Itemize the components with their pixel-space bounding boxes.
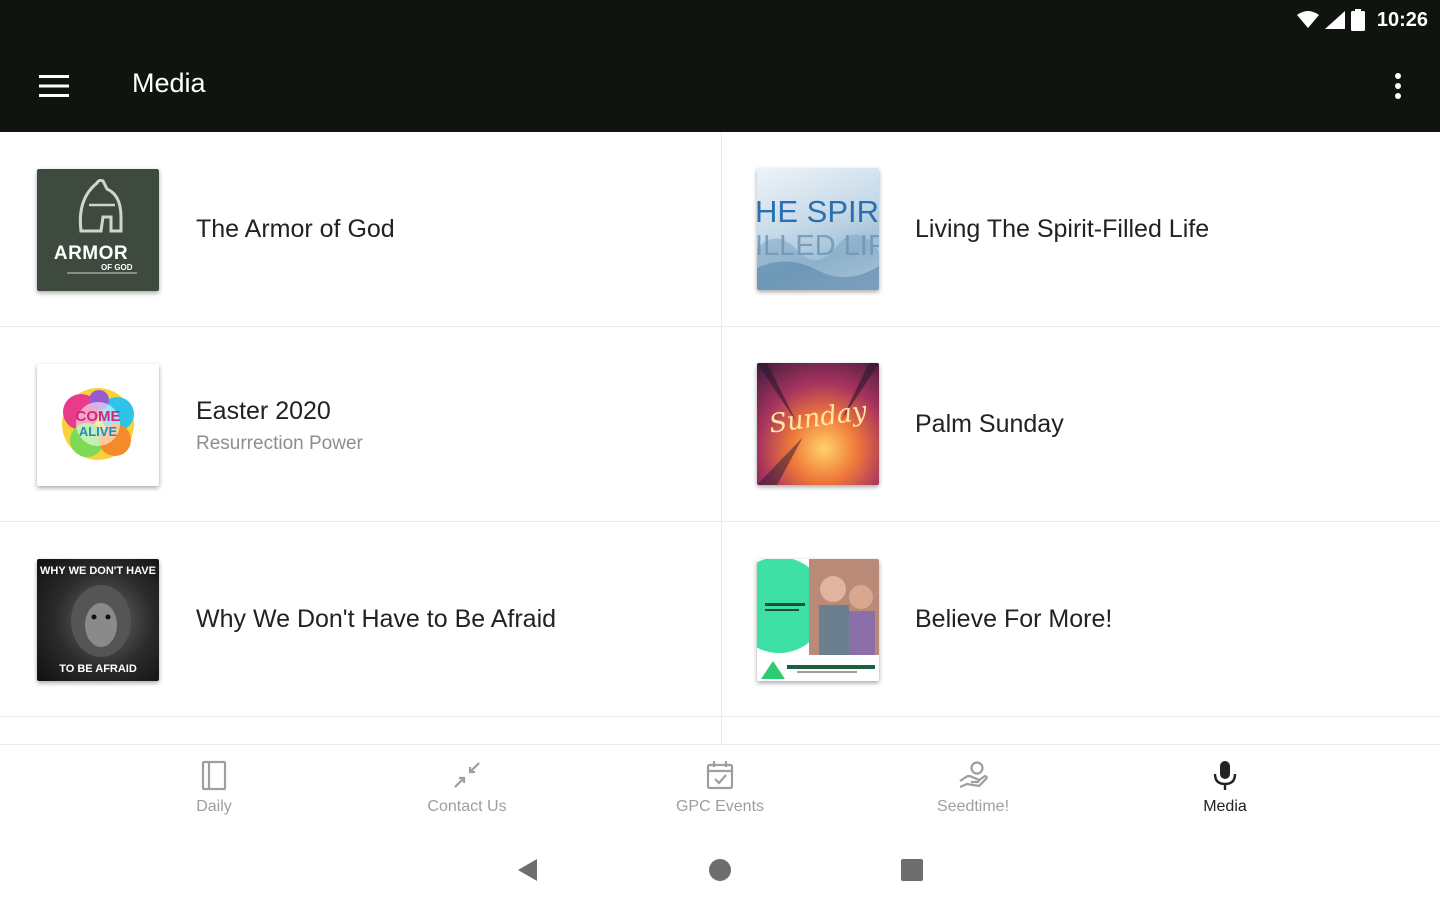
nav-item-gpc-events[interactable]: GPC Events	[630, 745, 810, 837]
media-thumbnail: ARMOR OF GOD	[37, 169, 159, 291]
nav-label: Media	[1203, 798, 1247, 815]
thumb-subtitle: ALIVE	[78, 424, 118, 439]
media-grid: ARMOR OF GOD The Armor of God HE SPIR IL…	[0, 132, 1440, 744]
media-subtitle: Resurrection Power	[196, 433, 363, 454]
media-title: Believe For More!	[915, 605, 1113, 633]
media-thumbnail: HE SPIR ILLED LIF	[757, 168, 879, 290]
nav-label: Daily	[196, 798, 232, 815]
hand-heart-icon	[959, 761, 988, 789]
app-bar: Media	[0, 40, 1440, 132]
thumb-title: COME	[75, 408, 121, 425]
media-thumbnail	[757, 559, 879, 681]
home-circle-icon	[709, 859, 731, 881]
status-time: 10:26	[1376, 8, 1428, 31]
media-title: Living The Spirit-Filled Life	[915, 215, 1210, 243]
media-title: Palm Sunday	[915, 410, 1064, 438]
thumb-subtitle: TO BE AFRAID	[59, 663, 137, 675]
thumb-title: ARMOR	[53, 243, 129, 264]
couple-photo-graphic	[757, 559, 879, 681]
nav-label: Contact Us	[427, 798, 507, 815]
cell-signal-icon	[1324, 11, 1345, 29]
media-item-easter-2020[interactable]: COME ALIVE Easter 2020 Resurrection Powe…	[0, 327, 720, 521]
media-item-spirit-filled-life[interactable]: HE SPIR ILLED LIF Living The Spirit-Fill…	[721, 132, 1440, 326]
book-icon	[201, 760, 227, 791]
nav-item-media[interactable]: Media	[1135, 745, 1315, 837]
home-button[interactable]	[700, 850, 740, 890]
media-item-armor-of-god[interactable]: ARMOR OF GOD The Armor of God	[0, 132, 720, 326]
nav-item-seedtime[interactable]: Seedtime!	[883, 745, 1063, 837]
recents-square-icon	[901, 859, 923, 881]
battery-icon	[1350, 9, 1365, 31]
wifi-icon	[1296, 11, 1319, 28]
hamburger-menu-icon	[39, 75, 69, 97]
media-title: Why We Don't Have to Be Afraid	[196, 605, 557, 633]
nav-label: Seedtime!	[936, 798, 1010, 815]
media-thumbnail: WHY WE DON'T HAVE TO BE AFRAID	[37, 559, 159, 681]
status-bar: 10:26	[0, 0, 1440, 40]
thumb-subtitle: ILLED LIF	[757, 230, 879, 262]
helmet-icon	[67, 178, 137, 274]
media-thumbnail: Sunday	[757, 363, 879, 485]
media-title: The Armor of God	[196, 215, 395, 243]
media-item-believe-for-more[interactable]: Believe For More!	[721, 522, 1440, 716]
nav-item-daily[interactable]: Daily	[124, 745, 304, 837]
arrows-in-icon	[454, 762, 480, 788]
row-divider	[0, 716, 1440, 717]
microphone-icon	[1213, 761, 1237, 790]
thumb-title: WHY WE DON'T HAVE	[40, 565, 156, 577]
media-item-palm-sunday[interactable]: Sunday Palm Sunday	[721, 327, 1440, 521]
back-button[interactable]	[508, 850, 548, 890]
nav-item-contact-us[interactable]: Contact Us	[377, 745, 557, 837]
media-title: Easter 2020	[196, 397, 331, 425]
media-item-why-we-dont-have-to-be-afraid[interactable]: WHY WE DON'T HAVE TO BE AFRAID Why We Do…	[0, 522, 720, 716]
menu-button[interactable]	[30, 66, 78, 106]
status-icons: 10:26	[1296, 6, 1428, 34]
back-triangle-icon	[518, 859, 537, 881]
calendar-check-icon	[706, 761, 734, 790]
overflow-menu-button[interactable]	[1384, 66, 1412, 106]
recents-button[interactable]	[892, 850, 932, 890]
thumb-subtitle: OF GOD	[101, 263, 133, 272]
page-title: Media	[132, 68, 206, 98]
system-navigation-bar	[0, 836, 1440, 900]
media-thumbnail: COME ALIVE	[37, 364, 159, 486]
thumb-title: HE SPIR	[757, 194, 879, 229]
more-vertical-icon	[1395, 73, 1401, 99]
bottom-navigation: Daily Contact Us GPC Events Seedtime! Me…	[0, 744, 1440, 836]
nav-label: GPC Events	[675, 798, 765, 815]
